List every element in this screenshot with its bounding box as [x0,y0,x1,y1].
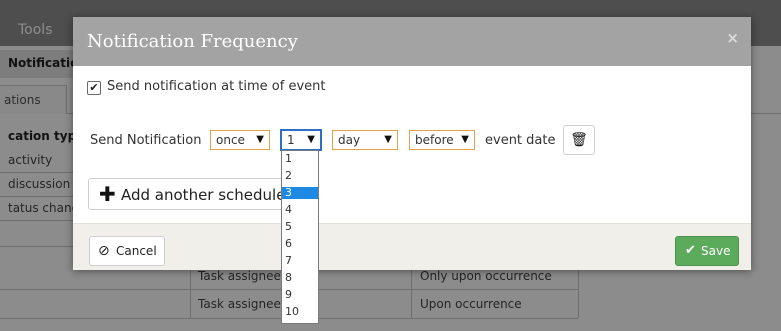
cancel-button[interactable]: ⊘ Cancel [89,236,165,266]
send-at-event-checkbox[interactable]: ✔ [87,81,101,95]
send-at-event-label: Send notification at time of event [107,79,326,94]
count-dropdown-list[interactable]: 1 2 3 4 5 6 7 8 9 10 1 [281,150,319,324]
dialog-title: Notification Frequency [87,31,298,52]
dropdown-option[interactable]: 10 [282,306,318,318]
dropdown-option[interactable]: 9 [282,289,318,301]
cancel-label: Cancel [116,244,157,258]
dropdown-option[interactable]: 4 [282,204,318,216]
relation-select[interactable]: before ▼ [409,130,475,150]
dropdown-option[interactable]: 3 [282,187,318,199]
chevron-down-icon: ▼ [256,134,264,145]
dialog-header: Notification Frequency × [73,17,751,66]
frequency-value: once [216,133,245,147]
dropdown-option[interactable]: 2 [282,170,318,182]
dropdown-option[interactable]: 1 [282,153,318,165]
relation-value: before [415,133,454,147]
send-notification-label: Send Notification [90,133,202,148]
notification-frequency-dialog: Notification Frequency × ✔ Send notifica… [73,17,751,270]
count-value: 1 [287,133,295,147]
chevron-down-icon: ▼ [384,134,392,145]
chevron-down-icon: ▼ [307,134,315,145]
count-select[interactable]: 1 ▼ [280,129,322,151]
plus-icon: ✚ [99,182,116,206]
dialog-footer: ⊘ Cancel ✔ Save [73,223,751,270]
trash-icon: 🗑 [570,132,588,148]
dropdown-option[interactable]: 5 [282,221,318,233]
unit-select[interactable]: day ▼ [332,130,398,150]
cancel-icon: ⊘ [98,243,110,259]
chevron-down-icon: ▼ [461,134,469,145]
dropdown-option[interactable]: 7 [282,255,318,267]
delete-schedule-button[interactable]: 🗑 [563,125,595,155]
frequency-select[interactable]: once ▼ [210,130,270,150]
event-date-label: event date [485,133,556,148]
unit-value: day [338,133,361,147]
dropdown-option[interactable]: 6 [282,238,318,250]
save-button[interactable]: ✔ Save [675,236,739,266]
save-label: Save [701,244,731,258]
close-icon[interactable]: × [726,29,739,47]
check-icon: ✔ [685,243,696,258]
dropdown-option[interactable]: 8 [282,272,318,284]
add-schedule-label: Add another schedule [121,186,286,204]
